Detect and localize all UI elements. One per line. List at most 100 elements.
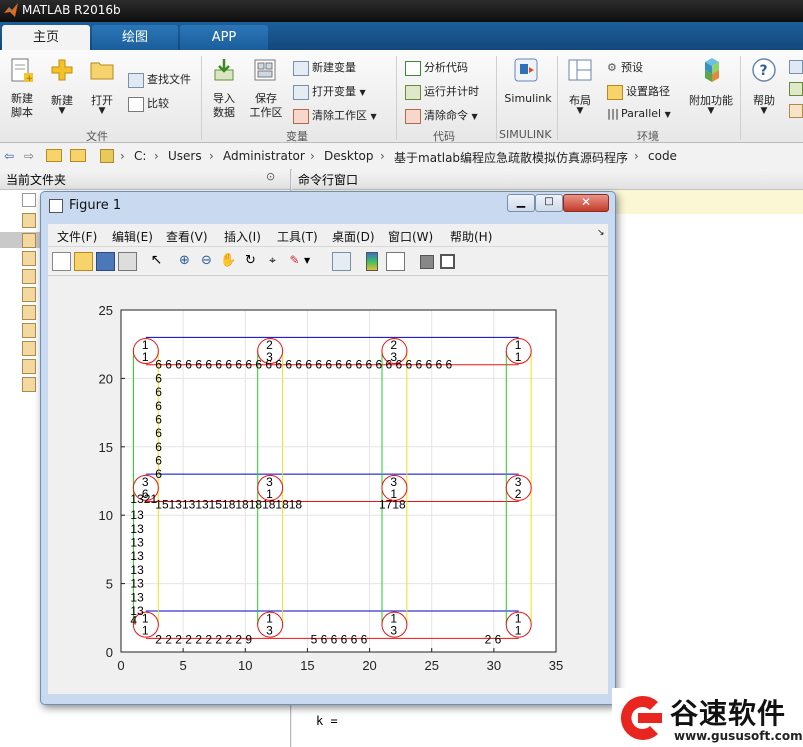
- menu-file[interactable]: 文件(F): [57, 228, 97, 245]
- request-support-icon[interactable]: [789, 82, 803, 96]
- new-variable-button[interactable]: 新建变量: [293, 59, 356, 76]
- tab-apps[interactable]: APP: [180, 25, 268, 50]
- figure-titlebar[interactable]: Figure 1 ▁ □ ✕: [41, 192, 615, 218]
- compare-button[interactable]: 比较: [128, 95, 169, 112]
- menu-window[interactable]: 窗口(W): [388, 228, 433, 245]
- breadcrumb-project-folder[interactable]: 基于matlab编程应急疏散模拟仿真源码程序: [394, 149, 628, 166]
- link-plot-icon[interactable]: [332, 252, 351, 271]
- new-variable-icon: [293, 60, 309, 76]
- legend-icon[interactable]: [386, 252, 405, 271]
- add-ons-dropdown-arrow-icon[interactable]: ▼: [686, 106, 736, 116]
- pan-hand-icon[interactable]: ✋: [220, 252, 237, 269]
- up-folder-icon[interactable]: [46, 149, 62, 165]
- breadcrumb-administrator[interactable]: Administrator: [223, 149, 305, 163]
- agent-id-label: 13: [130, 563, 144, 577]
- figure-canvas[interactable]: 1123231136313132111313116 6 6 6 6 6 6 6 …: [48, 276, 608, 694]
- pointer-arrow-icon[interactable]: ↖: [148, 252, 165, 269]
- list-item[interactable]: [22, 287, 36, 302]
- new-script-button[interactable]: 新建 脚本: [4, 92, 40, 120]
- clear-commands-button[interactable]: 清除命令 ▼: [405, 107, 478, 124]
- save-figure-icon[interactable]: [96, 252, 115, 271]
- plot-axes[interactable]: 1123231136313132111313116 6 6 6 6 6 6 6 …: [48, 276, 608, 694]
- current-folder-title: 当前文件夹: [6, 173, 67, 187]
- breadcrumb-desktop[interactable]: Desktop: [324, 149, 374, 163]
- panel-menu-icon[interactable]: ⊙: [266, 170, 275, 183]
- zoom-out-icon[interactable]: ⊖: [198, 252, 215, 269]
- compare-icon: [128, 96, 144, 112]
- y-tick-label: 15: [99, 440, 113, 455]
- breadcrumb-users[interactable]: Users: [168, 149, 202, 163]
- brush-icon[interactable]: ✎: [286, 252, 303, 269]
- zoom-in-icon[interactable]: ⊕: [176, 252, 193, 269]
- agent-id-label: 6: [155, 412, 162, 426]
- new-figure-icon[interactable]: [52, 252, 71, 271]
- simulink-button[interactable]: Simulink: [500, 92, 556, 105]
- community-icons[interactable]: [789, 60, 803, 120]
- preferences-button[interactable]: ⚙ 预设: [607, 59, 643, 75]
- import-data-button[interactable]: 导入 数据: [206, 92, 242, 120]
- list-item[interactable]: [22, 359, 36, 374]
- list-item[interactable]: [22, 323, 36, 338]
- list-item[interactable]: [22, 377, 36, 392]
- tab-home[interactable]: 主页: [2, 25, 90, 50]
- save-workspace-button[interactable]: 保存 工作区: [246, 92, 286, 120]
- parallel-button[interactable]: ||| Parallel ▼: [607, 107, 671, 120]
- minimize-button[interactable]: ▁: [507, 194, 535, 212]
- import-data-icon: [214, 59, 234, 81]
- open-file-icon[interactable]: [74, 252, 93, 271]
- run-and-time-button[interactable]: 运行并计时: [405, 83, 479, 100]
- list-item[interactable]: [22, 305, 36, 320]
- colorbar-icon[interactable]: [366, 252, 378, 271]
- list-item[interactable]: [22, 341, 36, 356]
- open-dropdown-arrow-icon[interactable]: ▼: [85, 106, 119, 116]
- forward-arrow-icon[interactable]: ⇨: [24, 149, 34, 163]
- save-workspace-icon: [254, 59, 276, 81]
- clear-workspace-icon: [293, 108, 309, 124]
- clear-workspace-button[interactable]: 清除工作区 ▼: [293, 107, 377, 124]
- node-label-bottom: 3: [390, 624, 397, 638]
- y-tick-label: 20: [99, 371, 113, 386]
- close-button[interactable]: ✕: [563, 194, 609, 212]
- print-icon[interactable]: [118, 252, 137, 271]
- back-arrow-icon[interactable]: ⇦: [4, 149, 14, 163]
- browse-folder-icon[interactable]: [70, 149, 86, 165]
- show-plot-tools-icon[interactable]: [440, 254, 455, 269]
- node-label-bottom: 1: [142, 350, 149, 364]
- x-tick-label: 15: [300, 658, 314, 673]
- tab-plots[interactable]: 绘图: [92, 25, 178, 50]
- agent-id-label: 2 6: [485, 633, 502, 647]
- open-variable-button[interactable]: 打开变量 ▼: [293, 83, 366, 100]
- menu-view[interactable]: 查看(V): [166, 228, 208, 245]
- menu-help[interactable]: 帮助(H): [450, 228, 492, 245]
- list-item[interactable]: [22, 251, 36, 266]
- data-cursor-icon[interactable]: ⌖: [264, 252, 281, 269]
- learn-matlab-icon[interactable]: [789, 104, 803, 118]
- layout-dropdown-arrow-icon[interactable]: ▼: [562, 106, 598, 116]
- breadcrumb-c[interactable]: C:: [134, 149, 146, 163]
- set-path-button[interactable]: 设置路径: [607, 83, 670, 100]
- menu-tools[interactable]: 工具(T): [277, 228, 318, 245]
- analyze-code-button[interactable]: 分析代码: [405, 59, 468, 76]
- maximize-button[interactable]: □: [535, 194, 563, 212]
- rotate-3d-icon[interactable]: ↻: [242, 252, 259, 269]
- breadcrumb-code[interactable]: code: [648, 149, 677, 163]
- list-item[interactable]: [22, 233, 36, 248]
- ribbon-separator: [557, 56, 558, 140]
- find-files-button[interactable]: 查找文件: [128, 71, 191, 88]
- breadcrumb-separator-icon: ›: [310, 149, 315, 163]
- list-item[interactable]: [22, 213, 36, 228]
- find-files-icon: [128, 72, 144, 88]
- layout-icon: [568, 59, 592, 81]
- menu-edit[interactable]: 编辑(E): [112, 228, 153, 245]
- list-item[interactable]: [22, 269, 36, 284]
- new-dropdown-arrow-icon[interactable]: ▼: [45, 106, 79, 116]
- figure-window[interactable]: Figure 1 ▁ □ ✕ 文件(F) 编辑(E) 查看(V) 插入(I) 工…: [40, 191, 616, 705]
- menu-insert[interactable]: 插入(I): [224, 228, 261, 245]
- community-icon[interactable]: [789, 60, 803, 74]
- menu-desktop[interactable]: 桌面(D): [332, 228, 375, 245]
- hide-plot-tools-icon[interactable]: [420, 255, 434, 269]
- help-dropdown-arrow-icon[interactable]: ▼: [746, 106, 782, 116]
- menu-dock-arrow-icon[interactable]: ↘: [597, 228, 605, 238]
- ribbon-separator: [740, 56, 741, 140]
- brush-dropdown-icon[interactable]: ▼: [304, 252, 321, 269]
